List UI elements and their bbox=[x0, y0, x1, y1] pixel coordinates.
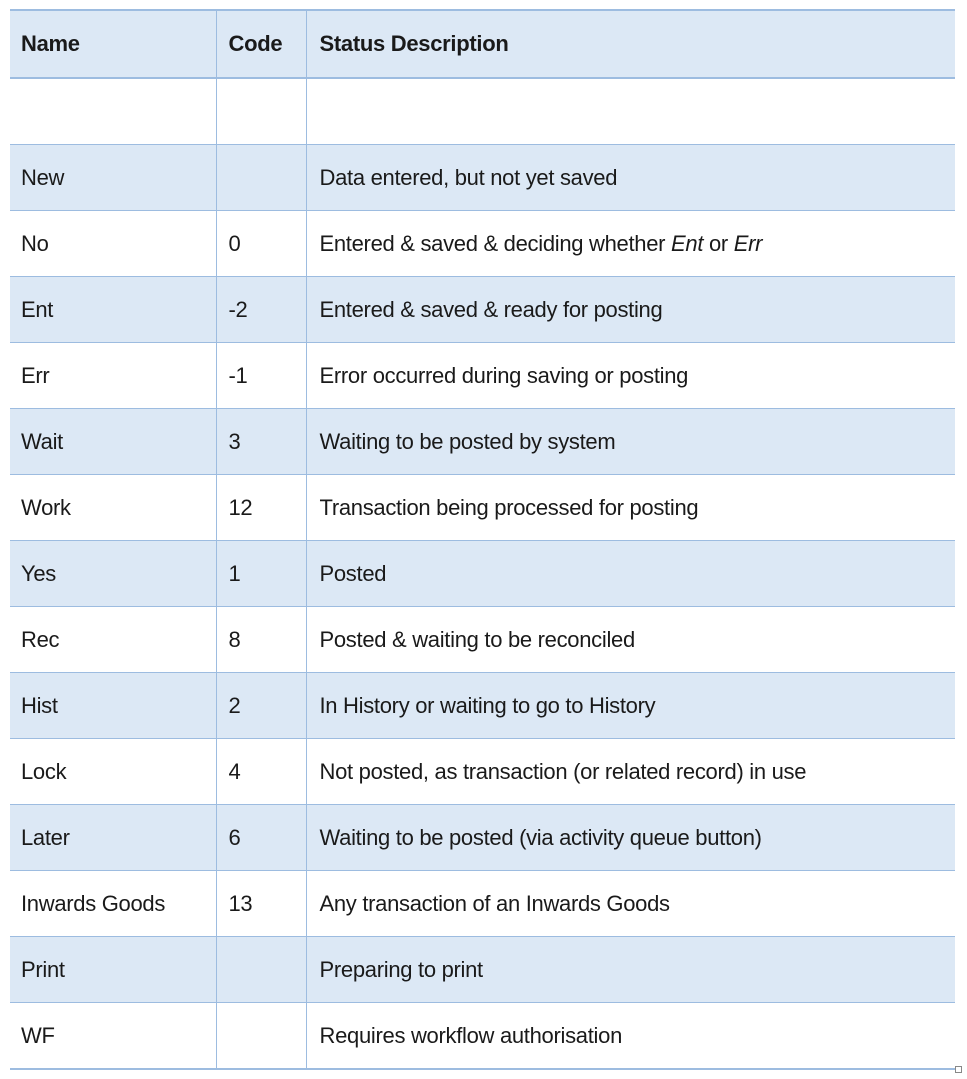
cell-name: Work bbox=[10, 474, 216, 541]
cell-code: 3 bbox=[215, 408, 306, 475]
table-row: Print Preparing to print bbox=[10, 936, 955, 1003]
cell-code: -1 bbox=[215, 342, 306, 409]
table-row: WF Requires workflow authorisation bbox=[10, 1002, 955, 1070]
table-row bbox=[10, 77, 955, 145]
header-code: Code bbox=[215, 9, 306, 79]
header-row: Name Code Status Description bbox=[10, 9, 955, 79]
cell-description: Requires workflow authorisation bbox=[305, 1002, 955, 1070]
cell-code: 12 bbox=[215, 474, 306, 541]
status-table: Name Code Status Description New Data en… bbox=[10, 9, 955, 1070]
cell-code: 13 bbox=[215, 870, 306, 937]
cell-code: 4 bbox=[215, 738, 306, 805]
cell-code bbox=[215, 1002, 306, 1070]
cell-code: 8 bbox=[215, 606, 306, 673]
cell-description: Preparing to print bbox=[305, 936, 955, 1003]
cell-name: Err bbox=[10, 342, 216, 409]
desc-text: Entered & saved & deciding whether bbox=[319, 230, 672, 256]
cell-name: Hist bbox=[10, 672, 216, 739]
cell-code bbox=[215, 144, 306, 211]
cell-code: 2 bbox=[215, 672, 306, 739]
cell-code: 1 bbox=[215, 540, 306, 607]
table-row: New Data entered, but not yet saved bbox=[10, 144, 955, 211]
cell-description bbox=[305, 77, 955, 145]
cell-name: WF bbox=[10, 1002, 216, 1070]
cell-code bbox=[215, 936, 306, 1003]
cell-name: Ent bbox=[10, 276, 216, 343]
resize-handle[interactable] bbox=[955, 1066, 962, 1073]
cell-name: Yes bbox=[10, 540, 216, 607]
table-row: Later 6 Waiting to be posted (via activi… bbox=[10, 804, 955, 871]
cell-description: Entered & saved & ready for posting bbox=[305, 276, 955, 343]
cell-description: Waiting to be posted (via activity queue… bbox=[305, 804, 955, 871]
table-row: Inwards Goods 13 Any transaction of an I… bbox=[10, 870, 955, 937]
desc-text: or bbox=[703, 230, 734, 256]
cell-name: No bbox=[10, 210, 216, 277]
cell-name: New bbox=[10, 144, 216, 211]
cell-description: Waiting to be posted by system bbox=[305, 408, 955, 475]
cell-name: Later bbox=[10, 804, 216, 871]
table-row: Rec 8 Posted & waiting to be reconciled bbox=[10, 606, 955, 673]
cell-description: Data entered, but not yet saved bbox=[305, 144, 955, 211]
cell-description: In History or waiting to go to History bbox=[305, 672, 955, 739]
cell-code: -2 bbox=[215, 276, 306, 343]
cell-name: Wait bbox=[10, 408, 216, 475]
table-row: Hist 2 In History or waiting to go to Hi… bbox=[10, 672, 955, 739]
header-name: Name bbox=[10, 9, 216, 79]
cell-description: Posted & waiting to be reconciled bbox=[305, 606, 955, 673]
cell-name: Lock bbox=[10, 738, 216, 805]
cell-name bbox=[10, 77, 216, 145]
table-row: No 0 Entered & saved & deciding whether … bbox=[10, 210, 955, 277]
cell-description: Transaction being processed for posting bbox=[305, 474, 955, 541]
cell-name: Inwards Goods bbox=[10, 870, 216, 937]
cell-name: Print bbox=[10, 936, 216, 1003]
cell-description: Entered & saved & deciding whether Ent o… bbox=[305, 210, 955, 277]
table-row: Yes 1 Posted bbox=[10, 540, 955, 607]
table-row: Ent -2 Entered & saved & ready for posti… bbox=[10, 276, 955, 343]
cell-description: Not posted, as transaction (or related r… bbox=[305, 738, 955, 805]
cell-description: Any transaction of an Inwards Goods bbox=[305, 870, 955, 937]
desc-italic-err: Err bbox=[733, 230, 763, 256]
cell-code bbox=[215, 77, 306, 145]
cell-code: 0 bbox=[215, 210, 306, 277]
cell-description: Error occurred during saving or posting bbox=[305, 342, 955, 409]
cell-name: Rec bbox=[10, 606, 216, 673]
cell-description: Posted bbox=[305, 540, 955, 607]
table-row: Err -1 Error occurred during saving or p… bbox=[10, 342, 955, 409]
table-row: Work 12 Transaction being processed for … bbox=[10, 474, 955, 541]
table-row: Lock 4 Not posted, as transaction (or re… bbox=[10, 738, 955, 805]
header-status-description: Status Description bbox=[305, 9, 955, 79]
table-row: Wait 3 Waiting to be posted by system bbox=[10, 408, 955, 475]
desc-italic-ent: Ent bbox=[671, 230, 704, 256]
cell-code: 6 bbox=[215, 804, 306, 871]
